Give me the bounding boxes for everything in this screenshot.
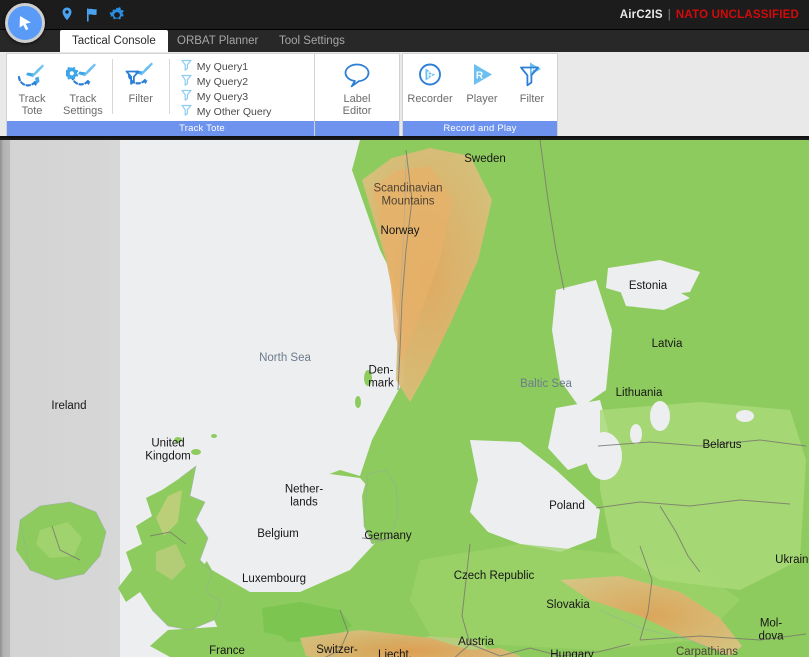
quick-access-toolbar — [58, 4, 126, 26]
track-filter-button[interactable]: Filter — [116, 54, 166, 105]
track-tote-label: Track Tote — [18, 93, 46, 117]
query-item-my-query1[interactable]: My Query1 — [181, 59, 272, 74]
track-settings-icon — [65, 60, 100, 90]
track-tote-button[interactable]: Track Tote — [7, 54, 57, 117]
flag-marker-icon[interactable] — [83, 6, 101, 24]
ribbon-group-record-and-play: R Recorder R Player R Filter Record and … — [402, 53, 558, 136]
gear-icon[interactable] — [108, 6, 126, 24]
track-filter-icon — [124, 60, 158, 90]
map-canvas[interactable]: Sweden Scandinavian Mountains Norway Est… — [0, 140, 809, 657]
brand-classification: AirC2IS | NATO UNCLASSIFIED — [620, 0, 799, 30]
brand-separator: | — [667, 9, 671, 21]
group-caption-label-editor — [315, 121, 399, 136]
track-filter-label: Filter — [128, 93, 153, 105]
query-label: My Query3 — [196, 91, 249, 103]
record-filter-icon: R — [517, 60, 547, 90]
track-settings-label: Track Settings — [63, 93, 103, 117]
recorder-icon: R — [415, 60, 445, 90]
group-caption-record-and-play: Record and Play — [403, 121, 557, 136]
cursor-arrow-icon — [15, 13, 35, 33]
ribbon-group-label-editor: Label Editor — [314, 53, 400, 136]
speech-bubble-icon — [341, 60, 373, 90]
track-tote-icon — [15, 60, 49, 90]
label-editor-label: Label Editor — [342, 93, 372, 117]
record-filter-label: Filter — [519, 93, 545, 105]
query-label: My Query2 — [196, 76, 249, 88]
query-item-my-query3[interactable]: My Query3 — [181, 89, 272, 104]
app-name: AirC2IS — [619, 9, 663, 21]
query-item-my-query2[interactable]: My Query2 — [181, 74, 272, 89]
recorder-label: Recorder — [407, 93, 453, 105]
group-divider-2 — [168, 59, 170, 114]
application-window: AirC2IS | NATO UNCLASSIFIED Tactical Con… — [0, 0, 809, 657]
title-bar: AirC2IS | NATO UNCLASSIFIED — [0, 0, 809, 43]
track-settings-button[interactable]: Track Settings — [57, 54, 109, 117]
svg-text:R: R — [476, 71, 484, 82]
map-terrain — [0, 140, 809, 657]
map-pin-icon[interactable] — [58, 6, 76, 24]
player-label: Player — [466, 93, 498, 105]
query-list: My Query1 My Query2 My Query3 My Other Q… — [173, 54, 276, 119]
ribbon: Track Tote Track Settings Filter My Quer… — [0, 52, 809, 138]
application-menu-button[interactable] — [5, 3, 45, 43]
label-editor-button[interactable]: Label Editor — [332, 54, 382, 117]
tab-tactical-console[interactable]: Tactical Console — [60, 30, 168, 52]
player-play-icon: R — [467, 60, 497, 90]
map-left-gutter — [0, 140, 10, 657]
record-filter-button[interactable]: R Filter — [507, 54, 557, 105]
classification-banner: NATO UNCLASSIFIED — [675, 9, 799, 21]
tab-orbat-planner[interactable]: ORBAT Planner — [165, 30, 270, 52]
query-item-my-other-query[interactable]: My Other Query — [181, 103, 272, 121]
tab-tool-settings[interactable]: Tool Settings — [267, 30, 357, 52]
funnel-icon — [181, 103, 192, 121]
player-button[interactable]: R Player — [457, 54, 507, 105]
query-label: My Other Query — [196, 106, 272, 118]
query-label: My Query1 — [196, 61, 249, 73]
svg-text:R: R — [427, 70, 434, 80]
group-divider — [111, 59, 113, 114]
recorder-button[interactable]: R Recorder — [403, 54, 457, 105]
tab-strip: Tactical Console ORBAT Planner Tool Sett… — [0, 30, 809, 52]
